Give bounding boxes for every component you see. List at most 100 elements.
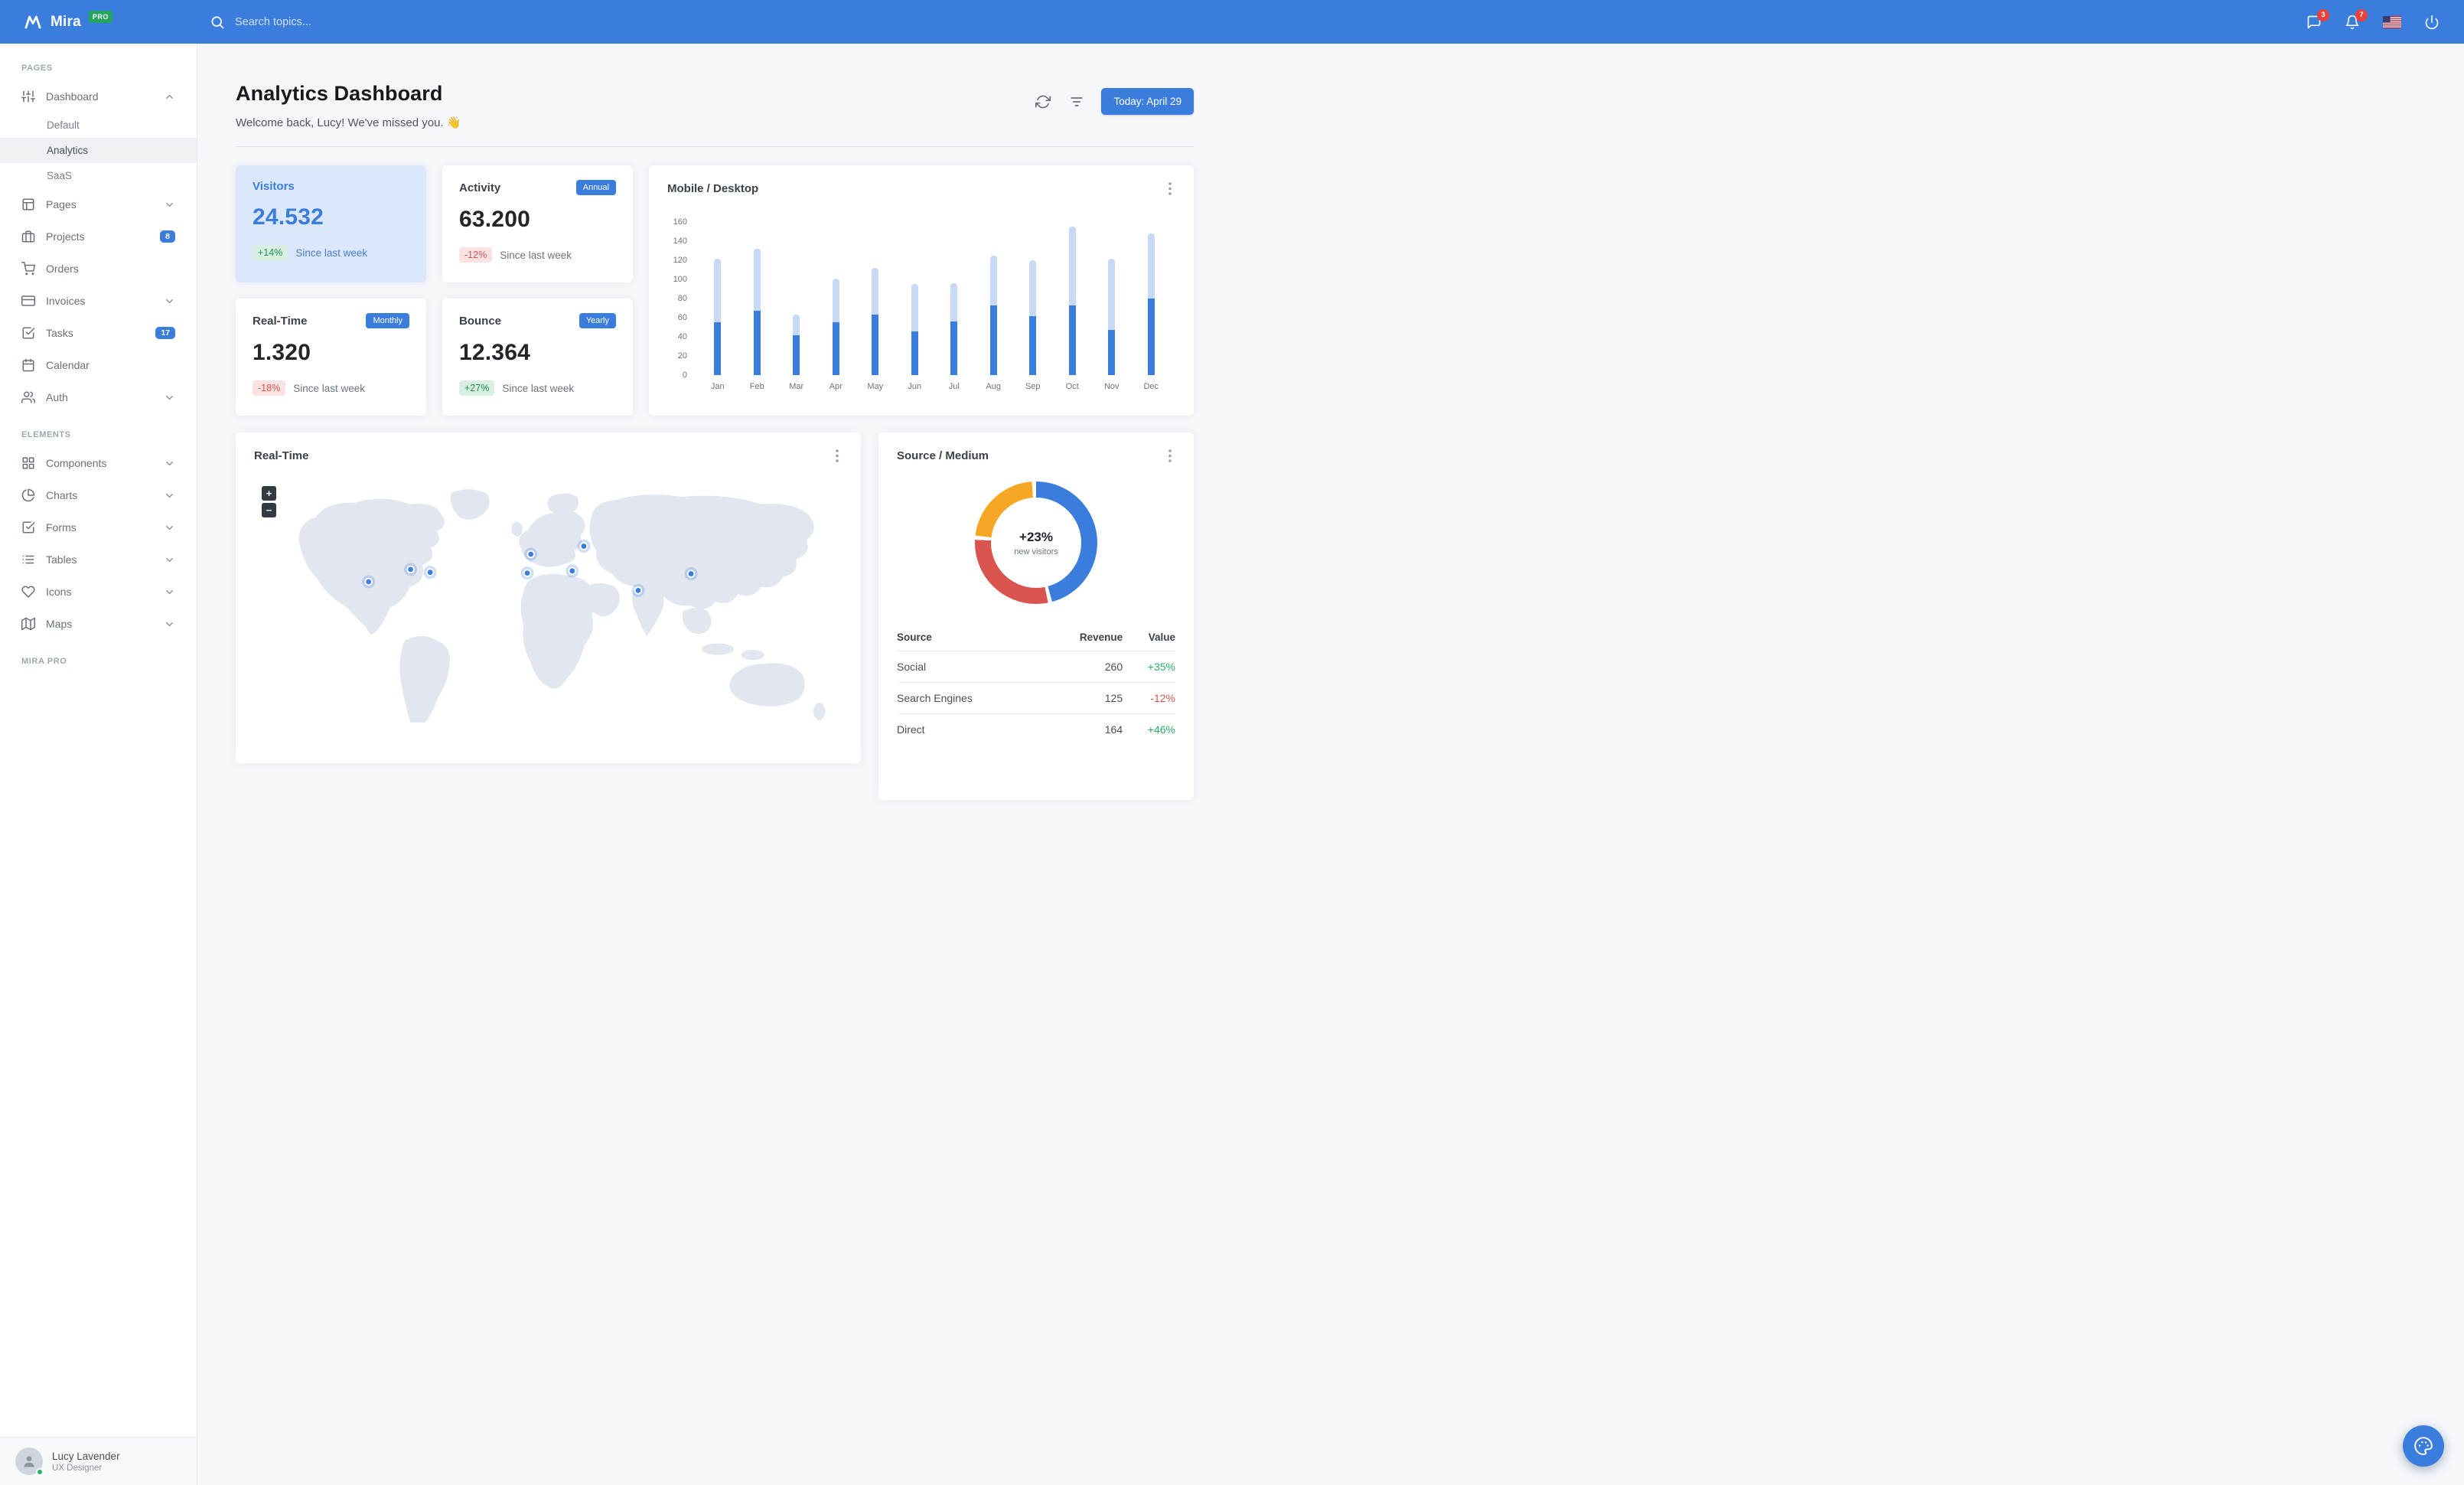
theme-customizer-button[interactable] xyxy=(2403,1425,2444,1467)
bar-segment-mobile xyxy=(1147,233,1155,375)
sidebar-nav: PAGES Dashboard Default Analytics SaaS Pages P… xyxy=(0,44,197,1437)
card-menu-button[interactable] xyxy=(832,447,843,465)
bar-jan[interactable] xyxy=(698,222,738,375)
power-icon xyxy=(2424,15,2440,30)
sidebar-item-orders[interactable]: Orders xyxy=(0,253,197,285)
x-axis-label: Aug xyxy=(986,382,1002,391)
bar-jun[interactable] xyxy=(895,222,935,375)
card-menu-button[interactable] xyxy=(1165,447,1175,465)
sidebar-item-calendar[interactable]: Calendar xyxy=(0,349,197,381)
bar-chart-x-axis: Jan Feb Mar Apr May Jun Jul Aug Sep Oct Nov Dec xyxy=(693,382,1175,391)
world-map-svg[interactable] xyxy=(254,472,843,723)
card-title-realtime: Real-Time xyxy=(254,449,309,462)
bar-feb[interactable] xyxy=(738,222,777,375)
bar-mar[interactable] xyxy=(777,222,816,375)
map-marker[interactable] xyxy=(631,583,645,597)
bar-jul[interactable] xyxy=(934,222,974,375)
map-marker[interactable] xyxy=(577,540,591,553)
header-divider xyxy=(236,146,1194,147)
bar-sep[interactable] xyxy=(1013,222,1053,375)
zoom-out-button[interactable]: − xyxy=(262,503,276,517)
card-title-source-medium: Source / Medium xyxy=(897,449,989,462)
sidebar-item-default[interactable]: Default xyxy=(0,113,197,138)
sidebar-item-maps[interactable]: Maps xyxy=(0,608,197,640)
bar-dec[interactable] xyxy=(1132,222,1172,375)
sidebar-item-tables[interactable]: Tables xyxy=(0,543,197,576)
donut-center-value: +23% xyxy=(1019,529,1053,544)
sidebar-item-forms[interactable]: Forms xyxy=(0,511,197,543)
bar-segment-desktop xyxy=(1108,330,1116,375)
table-row-social: Social 260 +35% xyxy=(897,651,1175,683)
bar-segment-mobile xyxy=(989,255,997,375)
bar-chart: 160 140 120 100 80 60 40 20 0 Jan Feb Mar Apr May Jun… xyxy=(667,217,1175,391)
x-axis-label: Mar xyxy=(789,382,804,391)
card-menu-button[interactable] xyxy=(1165,180,1175,197)
zoom-in-button[interactable]: + xyxy=(262,486,276,501)
donut-chart[interactable]: +23% new visitors xyxy=(975,481,1097,604)
bar-segment-desktop xyxy=(872,315,879,375)
search-input[interactable] xyxy=(235,15,419,28)
source-table: Source Revenue Value Social 260 +35% Search E… xyxy=(897,624,1175,745)
map-marker[interactable] xyxy=(565,564,579,578)
chevron-down-icon xyxy=(164,458,175,469)
user-profile[interactable]: Lucy Lavender UX Designer xyxy=(0,1437,197,1485)
chevron-down-icon xyxy=(164,554,175,566)
bar-may[interactable] xyxy=(856,222,895,375)
check-square-icon xyxy=(21,326,35,340)
sidebar-item-tasks[interactable]: Tasks 17 xyxy=(0,317,197,349)
stat-card-bounce: Bounce Yearly 12.364 +27% Since last week xyxy=(442,299,633,416)
map-marker[interactable] xyxy=(423,566,437,579)
sidebar-item-dashboard[interactable]: Dashboard xyxy=(0,80,197,113)
sidebar-item-components[interactable]: Components xyxy=(0,447,197,479)
bar-oct[interactable] xyxy=(1053,222,1093,375)
map-marker[interactable] xyxy=(524,547,538,561)
language-flag-button[interactable] xyxy=(2383,15,2401,28)
sign-out-button[interactable] xyxy=(2424,15,2440,30)
map-marker[interactable] xyxy=(362,575,376,589)
sidebar-section-label-mira-pro: MIRA PRO xyxy=(21,657,67,666)
chevron-down-icon xyxy=(164,392,175,403)
bar-nov[interactable] xyxy=(1092,222,1132,375)
sidebar-item-projects[interactable]: Projects 8 xyxy=(0,220,197,253)
sidebar-count-badge: 17 xyxy=(155,326,175,340)
y-axis-tick: 140 xyxy=(673,237,687,246)
sidebar-item-label: Maps xyxy=(46,618,73,630)
sidebar-item-label: Tasks xyxy=(46,327,73,339)
sidebar-item-charts[interactable]: Charts xyxy=(0,479,197,511)
y-axis-tick: 40 xyxy=(677,332,687,341)
today-date-button[interactable]: Today: April 29 xyxy=(1101,88,1194,115)
source-medium-card: Source / Medium +23% new visitors Source… xyxy=(878,432,1194,800)
sidebar-item-analytics[interactable]: Analytics xyxy=(0,138,197,163)
pro-badge: PRO xyxy=(88,10,112,23)
filter-button[interactable] xyxy=(1067,93,1086,111)
notifications-button[interactable]: 7 xyxy=(2345,8,2368,30)
donut-center: +23% new visitors xyxy=(991,498,1081,588)
sidebar-item-invoices[interactable]: Invoices xyxy=(0,285,197,317)
brand[interactable]: Mira PRO xyxy=(0,10,197,31)
bar-segment-mobile xyxy=(1108,258,1116,375)
refresh-button[interactable] xyxy=(1034,93,1052,111)
sidebar-item-pages[interactable]: Pages xyxy=(0,188,197,220)
grid-icon xyxy=(21,456,35,470)
sidebar-item-label: Auth xyxy=(46,391,68,403)
map-marker[interactable] xyxy=(520,566,534,580)
bar-segment-desktop xyxy=(793,335,800,375)
bar-aug[interactable] xyxy=(974,222,1014,375)
bar-apr[interactable] xyxy=(816,222,856,375)
stat-card-delta: -12% xyxy=(459,247,493,263)
bottom-grid: Real-Time + − Source / Medium +23% new v… xyxy=(236,432,1194,831)
sidebar-item-auth[interactable]: Auth xyxy=(0,381,197,413)
map-marker[interactable] xyxy=(684,567,698,581)
welcome-text: Welcome back, Lucy! We've missed you. xyxy=(236,116,444,129)
sidebar-item-icons[interactable]: Icons xyxy=(0,576,197,608)
stat-card-note: Since last week xyxy=(500,249,572,261)
x-axis-label: Sep xyxy=(1025,382,1041,391)
chevron-down-icon xyxy=(164,618,175,630)
messages-button[interactable]: 3 xyxy=(2306,8,2329,30)
map-marker[interactable] xyxy=(404,563,418,576)
y-axis-tick: 100 xyxy=(673,275,687,284)
check-square-icon xyxy=(21,521,35,534)
stat-card-delta: -18% xyxy=(253,380,286,396)
y-axis-tick: 160 xyxy=(673,217,687,227)
sidebar-item-saas[interactable]: SaaS xyxy=(0,163,197,188)
